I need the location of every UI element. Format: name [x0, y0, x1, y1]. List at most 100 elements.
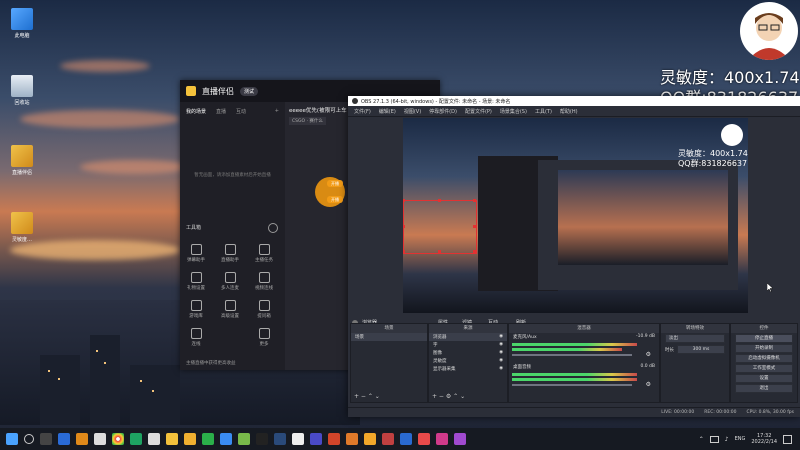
app-taskbar-icon[interactable] [94, 433, 106, 445]
tool-item[interactable]: 直播助手 [218, 244, 242, 263]
wechat-icon[interactable] [202, 433, 214, 445]
language-indicator[interactable]: ENG [735, 436, 746, 442]
source-item[interactable]: 字 ◉ [429, 341, 507, 349]
obs-taskbar-icon[interactable] [40, 433, 52, 445]
windows-start-icon[interactable] [6, 433, 18, 445]
desktop-icon-this-pc[interactable]: 此电脑 [2, 8, 42, 39]
live-app-taskbar-icon[interactable] [166, 433, 178, 445]
clock[interactable]: 17:32 2022/2/14 [751, 433, 777, 445]
rec-status: REC: 00:00:00 [704, 410, 737, 415]
menu-edit[interactable]: 编辑(E) [379, 108, 396, 115]
duration-input[interactable]: 300 ms [677, 345, 725, 354]
channel-db: 0.0 dB [640, 364, 655, 369]
app-taskbar-icon[interactable] [256, 433, 268, 445]
volume-meter [512, 373, 637, 376]
source-item[interactable]: 浏览器 ◉ [429, 333, 507, 341]
app-taskbar-icon[interactable] [328, 433, 340, 445]
app-taskbar-icon[interactable] [130, 433, 142, 445]
tool-item[interactable]: 高级设置 [218, 300, 242, 319]
tool-item[interactable]: 视频连线 [252, 272, 276, 291]
network-icon[interactable] [709, 435, 719, 443]
tab-live[interactable]: 直播 [216, 108, 226, 115]
gear-icon[interactable]: ⚙ [646, 381, 651, 388]
volume-icon[interactable]: ♪ [725, 436, 729, 443]
tab-scenes[interactable]: 我的场景 [186, 108, 206, 115]
avatar [740, 2, 798, 60]
channel-name: 桌面音频 [513, 365, 531, 370]
menu-profile[interactable]: 配置文件(P) [465, 108, 492, 115]
more-icon[interactable] [268, 223, 278, 233]
start-live-button-2[interactable]: 开播 [327, 196, 343, 203]
stop-streaming-button[interactable]: 停止直播 [735, 334, 793, 343]
scene-controls[interactable]: + − ⌃ ⌄ [354, 393, 380, 400]
nvidia-icon[interactable] [238, 433, 250, 445]
gear-icon[interactable]: ⚙ [646, 351, 651, 358]
app-taskbar-icon[interactable] [364, 433, 376, 445]
volume-meter [512, 343, 637, 346]
menu-tools[interactable]: 工具(T) [535, 108, 552, 115]
notification-icon[interactable] [783, 434, 792, 444]
app-taskbar-icon[interactable] [310, 433, 322, 445]
source-item[interactable]: 灵敏度 ◉ [429, 357, 507, 365]
app-taskbar-icon[interactable] [148, 433, 160, 445]
app-taskbar-icon[interactable] [292, 433, 304, 445]
tool-item[interactable]: 礼物设置 [184, 272, 208, 291]
tool-item[interactable]: 弹幕助手 [184, 244, 208, 263]
mixer-channel: 麦克风/Aux -10.9 dB ⚙ [509, 333, 659, 363]
app-taskbar-icon[interactable] [418, 433, 430, 445]
tool-item[interactable]: 多人连麦 [218, 272, 242, 291]
volume-slider[interactable] [512, 384, 632, 386]
tab-interact[interactable]: 互动 [236, 108, 246, 115]
transition-select[interactable]: 淡出 [665, 334, 725, 343]
app-taskbar-icon[interactable] [436, 433, 448, 445]
app-taskbar-icon[interactable] [382, 433, 394, 445]
source-controls[interactable]: + − ⚙ ⌃ ⌄ [432, 393, 465, 400]
wallpaper-cloud [80, 160, 190, 174]
start-live-button[interactable]: 开播 [327, 180, 343, 187]
menu-scene-collection[interactable]: 场景集合(S) [500, 108, 527, 115]
tool-item[interactable]: 更多 [252, 328, 276, 347]
start-recording-button[interactable]: 开始录制 [735, 344, 793, 353]
app-taskbar-icon[interactable] [454, 433, 466, 445]
tool-item[interactable]: 主播任务 [252, 244, 276, 263]
tool-item[interactable]: 提问箱 [252, 300, 276, 319]
exit-button[interactable]: 退出 [735, 384, 793, 393]
menu-view[interactable]: 视图(V) [404, 108, 421, 115]
add-icon[interactable]: + [275, 108, 279, 115]
tray-chevron-icon[interactable]: ⌃ [699, 436, 704, 443]
app-taskbar-icon[interactable] [400, 433, 412, 445]
menu-help[interactable]: 帮助(H) [560, 108, 578, 115]
source-item[interactable]: 图像 ◉ [429, 349, 507, 357]
source-item[interactable]: 显示器采集 ◉ [429, 365, 507, 373]
app-taskbar-icon[interactable] [76, 433, 88, 445]
selection-box[interactable] [403, 200, 477, 254]
studio-mode-button[interactable]: 工作室模式 [735, 364, 793, 373]
app-taskbar-icon[interactable] [220, 433, 232, 445]
eye-icon: ◉ [499, 342, 503, 347]
footer-note: 主播直播中获得更高收益 [186, 361, 236, 366]
desktop-icon-sensitivity[interactable]: 灵敏度… [2, 212, 42, 243]
scene-item[interactable]: 场景 [351, 333, 427, 341]
menu-file[interactable]: 文件(F) [354, 108, 371, 115]
game-tag[interactable]: CSGO · 赛什么 [289, 117, 326, 125]
desktop-icon-recycle-bin[interactable]: 回收站 [2, 75, 42, 106]
search-icon[interactable] [24, 434, 34, 444]
app-taskbar-icon[interactable] [58, 433, 70, 445]
duration-label: 时长 [665, 347, 674, 353]
obs-logo-icon [352, 98, 358, 104]
volume-slider[interactable] [512, 354, 632, 356]
desktop-icon-live-app[interactable]: 直播伴侣 [2, 145, 42, 176]
tool-item[interactable]: 游戏库 [184, 300, 208, 319]
chrome-icon[interactable] [112, 433, 124, 445]
start-virtual-camera-button[interactable]: 启动虚拟摄像机 [735, 354, 793, 363]
obs-preview[interactable]: 灵敏度：400x1.74 QQ群:831826637 [403, 118, 748, 313]
settings-button[interactable]: 设置 [735, 374, 793, 383]
tool-item[interactable]: 连线 [184, 328, 208, 347]
steam-icon[interactable] [274, 433, 286, 445]
menu-docks[interactable]: 停靠部件(D) [429, 108, 457, 115]
wallpaper-cloud [20, 110, 180, 128]
task-icon [258, 244, 270, 255]
app-taskbar-icon[interactable] [346, 433, 358, 445]
app-taskbar-icon[interactable] [184, 433, 196, 445]
test-badge[interactable]: 测试 [240, 86, 259, 96]
